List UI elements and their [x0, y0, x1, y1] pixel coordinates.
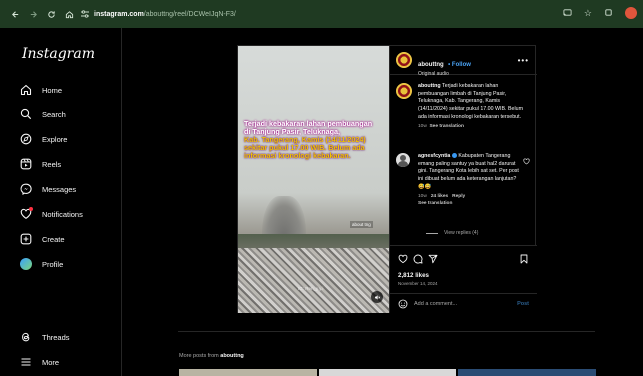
sidebar-item-label: Explore: [42, 134, 68, 144]
sidebar-item-label: Threads: [42, 332, 70, 342]
site-settings-icon[interactable]: [80, 9, 90, 19]
post-comment-button[interactable]: Post: [517, 301, 529, 307]
section-divider: [178, 331, 595, 332]
back-icon[interactable]: [8, 7, 22, 21]
comment-username[interactable]: agnesfcyntia: [418, 153, 450, 159]
sidebar-item-home[interactable]: Home: [20, 84, 62, 96]
extensions-icon[interactable]: [604, 8, 613, 19]
sidebar-item-label: Reels: [42, 159, 62, 169]
reels-icon: [20, 158, 32, 170]
overlay-line: informasi kronologi kebakaran.: [244, 151, 351, 161]
home-browser-icon[interactable]: [62, 7, 76, 21]
author-avatar[interactable]: [396, 52, 412, 68]
messenger-icon: [20, 183, 32, 195]
post-details-panel: abouttng • Follow Original audio ••• abo…: [389, 46, 537, 313]
caption-see-translation[interactable]: See translation: [429, 124, 463, 129]
cast-icon[interactable]: [563, 8, 572, 19]
post-thumbnail[interactable]: [458, 369, 597, 376]
sidebar: Instagram Home Search Explore Reels Mess…: [0, 28, 122, 376]
video-caption-overlay: Terjadi kebakaran lahan pembuangan di Ta…: [244, 119, 386, 161]
sidebar-item-label: Home: [42, 85, 63, 95]
sidebar-item-explore[interactable]: Explore: [20, 133, 67, 145]
threads-icon: [22, 332, 30, 342]
instagram-logo[interactable]: Instagram: [22, 46, 95, 62]
reload-icon[interactable]: [44, 7, 58, 21]
video-credit: IG: Ren_y.y.i: [298, 286, 324, 291]
comment-like-heart-icon[interactable]: [523, 158, 530, 165]
comment-likes[interactable]: 24 likes: [431, 194, 448, 199]
search-icon: [20, 108, 32, 120]
address-bar[interactable]: instagram.com/abouttng/reel/DCWeIJqN-F3/: [80, 5, 236, 23]
sidebar-item-label: Profile: [42, 259, 64, 269]
post-thumbnail[interactable]: [179, 369, 317, 376]
caption-age: 10w: [418, 124, 427, 130]
post-thumbnail[interactable]: [318, 369, 457, 376]
more-options-icon[interactable]: •••: [518, 56, 529, 65]
post-date: November 14, 2024: [398, 281, 438, 286]
speaker-muted-icon: [374, 294, 380, 300]
save-bookmark-icon[interactable]: [519, 254, 529, 264]
heart-icon: [20, 207, 33, 220]
likes-count[interactable]: 2,812 likes: [398, 272, 429, 279]
author-username[interactable]: abouttng: [418, 62, 444, 68]
verified-badge-icon: [451, 153, 457, 159]
sidebar-item-label: Create: [42, 234, 65, 244]
add-comment-bar: Add a comment... Post: [390, 293, 537, 313]
bookmark-star-icon[interactable]: ☆: [584, 8, 592, 19]
comment-see-translation[interactable]: See translation: [418, 201, 452, 206]
comment-age: 10w: [418, 194, 427, 200]
post-actions: 2,812 likes November 14, 2024 Add a comm…: [390, 245, 537, 313]
reel-post-card: Terjadi kebakaran lahan pembuangan di Ta…: [237, 45, 537, 313]
plus-square-icon: [20, 233, 32, 245]
caption-username[interactable]: abouttng: [418, 83, 441, 89]
follow-button[interactable]: Follow: [452, 62, 471, 68]
reply-button[interactable]: Reply: [452, 194, 465, 199]
sidebar-item-threads[interactable]: Threads: [20, 331, 70, 343]
notification-dot: [29, 207, 33, 211]
comment-bubble-icon[interactable]: [413, 254, 423, 264]
more-posts-grid: [179, 369, 597, 376]
reel-video[interactable]: Terjadi kebakaran lahan pembuangan di Ta…: [238, 46, 389, 313]
sidebar-item-label: Notifications: [42, 209, 83, 219]
sidebar-item-messages[interactable]: Messages: [20, 183, 76, 195]
landfill-graphic: [238, 248, 389, 313]
add-comment-input[interactable]: Add a comment...: [414, 301, 517, 307]
share-paper-plane-icon[interactable]: [428, 254, 438, 264]
caption-author-avatar[interactable]: [396, 83, 412, 99]
more-posts-username[interactable]: abouttng: [220, 353, 244, 359]
home-icon: [20, 84, 32, 96]
comment-avatar[interactable]: [396, 153, 410, 167]
sidebar-item-create[interactable]: Create: [20, 233, 65, 245]
sidebar-item-label: More: [42, 357, 60, 367]
comment: agnesfcyntia Kabupaten Tangerang emang p…: [418, 153, 522, 208]
sidebar-item-label: Messages: [42, 184, 77, 194]
audio-label[interactable]: Original audio: [418, 71, 471, 77]
sidebar-item-notifications[interactable]: Notifications: [20, 207, 83, 220]
mute-button[interactable]: [371, 291, 383, 303]
post-caption: abouttng Terjadi kebakaran lahan pembuan…: [418, 83, 530, 131]
video-watermark: about tng: [350, 221, 373, 228]
compass-icon: [20, 133, 32, 145]
url-host: instagram.com: [94, 10, 144, 18]
like-heart-icon[interactable]: [398, 254, 408, 264]
sidebar-item-profile[interactable]: Profile: [20, 258, 63, 270]
menu-icon: [21, 358, 31, 366]
sidebar-item-more[interactable]: More: [20, 356, 59, 368]
more-posts-heading: More posts from abouttng: [179, 353, 244, 359]
emoji-icon[interactable]: [398, 299, 408, 309]
sidebar-item-label: Search: [42, 109, 66, 119]
sidebar-item-search[interactable]: Search: [20, 108, 66, 120]
url-path: /abouttng/reel/DCWeIJqN-F3/: [143, 10, 236, 18]
forward-icon[interactable]: [26, 7, 40, 21]
browser-toolbar: instagram.com/abouttng/reel/DCWeIJqN-F3/…: [0, 0, 643, 28]
browser-profile-avatar[interactable]: [625, 7, 637, 19]
post-header: abouttng • Follow Original audio •••: [390, 46, 537, 77]
view-replies-button[interactable]: View replies (4): [426, 230, 478, 236]
sidebar-item-reels[interactable]: Reels: [20, 158, 61, 170]
profile-avatar: [20, 258, 32, 270]
